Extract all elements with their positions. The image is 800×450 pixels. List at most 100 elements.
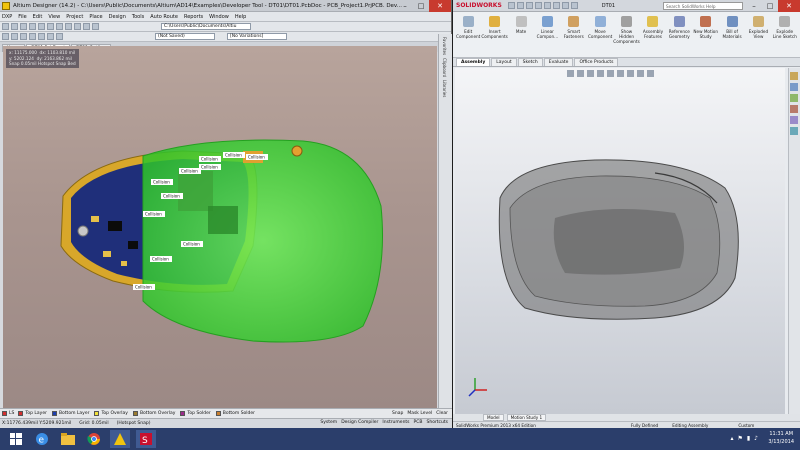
menu-item-file[interactable]: File <box>18 14 26 20</box>
fill-icon[interactable] <box>38 33 45 40</box>
menu-item-project[interactable]: Project <box>66 14 83 20</box>
clear-button[interactable]: Clear <box>436 411 448 416</box>
saved-combo[interactable]: (Not Saved) <box>155 33 215 40</box>
ribbon-insert-components-button[interactable]: Insert Components <box>481 16 508 39</box>
volume-icon[interactable]: ♪ <box>754 435 758 442</box>
redo-icon[interactable] <box>74 23 81 30</box>
network-icon[interactable]: ▮ <box>747 435 750 442</box>
maximize-button[interactable]: □ <box>413 0 429 12</box>
file-explorer-icon[interactable] <box>790 94 798 102</box>
ribbon-mate-button[interactable]: Mate <box>508 16 534 34</box>
menu-item-edit[interactable]: Edit <box>33 14 43 20</box>
previous-view-icon[interactable] <box>587 70 594 77</box>
section-view-icon[interactable] <box>597 70 604 77</box>
design-library-icon[interactable] <box>790 83 798 91</box>
zoom-area-icon[interactable] <box>577 70 584 77</box>
select-icon[interactable] <box>47 23 54 30</box>
ribbon-edit-component-button[interactable]: Edit Component <box>455 16 481 39</box>
via-icon[interactable] <box>92 23 99 30</box>
menu-item-design[interactable]: Design <box>109 14 126 20</box>
scene-icon[interactable] <box>647 70 654 77</box>
undo-icon[interactable] <box>65 23 72 30</box>
undo-icon[interactable] <box>543 2 551 9</box>
hide-show-icon[interactable] <box>627 70 634 77</box>
ribbon-reference-geometry-button[interactable]: Reference Geometry <box>666 16 692 39</box>
layer-tab-top-layer[interactable]: Top Layer <box>18 411 47 416</box>
snap-button[interactable]: Snap <box>392 411 403 416</box>
minimize-button[interactable]: – <box>397 0 413 12</box>
save-icon[interactable] <box>525 2 533 9</box>
chevron-up-icon[interactable]: ▴ <box>730 435 733 442</box>
menu-item-help[interactable]: Help <box>235 14 246 20</box>
ribbon-exploded-view-button[interactable]: Exploded View <box>745 16 771 39</box>
tab-layout[interactable]: Layout <box>491 58 517 66</box>
panel-button-design-compiler[interactable]: Design Compiler <box>341 420 378 425</box>
menu-item-tools[interactable]: Tools <box>132 14 144 20</box>
variations-combo[interactable]: [No Variations] <box>227 33 287 40</box>
layer-tab-top-overlay[interactable]: Top Overlay <box>94 411 128 416</box>
flag-icon[interactable]: ⚑ <box>737 435 742 442</box>
component-icon[interactable] <box>29 33 36 40</box>
menu-item-dxp[interactable]: DXP <box>2 14 12 20</box>
ribbon-move-component-button[interactable]: Move Component <box>587 16 613 39</box>
print-icon[interactable] <box>29 23 36 30</box>
current-layer-swatch[interactable] <box>2 411 7 416</box>
route-icon[interactable] <box>83 23 90 30</box>
ribbon-bill-of-materials-button[interactable]: Bill of Materials <box>719 16 745 39</box>
save-icon[interactable] <box>20 23 27 30</box>
rebuild-icon[interactable] <box>561 2 569 9</box>
panel-tab-libraries[interactable]: Libraries <box>442 80 447 97</box>
appearances-icon[interactable] <box>790 116 798 124</box>
solidworks-graphics-area[interactable] <box>455 68 785 414</box>
tab-model[interactable]: Model <box>483 414 504 421</box>
new-icon[interactable] <box>2 23 9 30</box>
resources-icon[interactable] <box>790 72 798 80</box>
panel-tab-favorites[interactable]: Favorites <box>442 37 447 55</box>
layer-tab-bottom-solder[interactable]: Bottom Solder <box>215 411 255 416</box>
menu-item-reports[interactable]: Reports <box>184 14 203 20</box>
view-palette-icon[interactable] <box>790 105 798 113</box>
minimize-button[interactable]: – <box>746 0 762 12</box>
path-combo[interactable]: C:\Users\Public\Documents\Altiu <box>161 23 251 30</box>
internet-explorer-icon[interactable]: e <box>32 430 52 448</box>
chrome-icon[interactable] <box>84 430 104 448</box>
clock[interactable]: 11:31 AM 3/13/2014 <box>768 430 794 446</box>
tab-evaluate[interactable]: Evaluate <box>543 58 574 66</box>
tab-sketch[interactable]: Sketch <box>517 58 543 66</box>
panel-tab-clipboard[interactable]: Clipboard <box>442 58 447 77</box>
ribbon-explode-line-sketch-button[interactable]: Explode Line Sketch <box>772 16 798 39</box>
close-button[interactable]: ✕ <box>778 0 800 12</box>
layer-tab-top-solder[interactable]: Top Solder <box>180 411 211 416</box>
layer-tab-bottom-layer[interactable]: Bottom Layer <box>51 411 89 416</box>
start-button[interactable] <box>6 430 26 448</box>
select-icon[interactable] <box>552 2 560 9</box>
close-button[interactable]: ✕ <box>429 0 451 12</box>
panel-button-system[interactable]: System <box>320 420 337 425</box>
status-units[interactable]: Custom <box>738 423 754 428</box>
ribbon-assembly-features-button[interactable]: Assembly Features <box>640 16 666 39</box>
panel-button-shortcuts[interactable]: Shortcuts <box>426 420 448 425</box>
ribbon-show-hidden-components-button[interactable]: Show Hidden Components <box>613 16 640 44</box>
open-icon[interactable] <box>11 23 18 30</box>
ribbon-new-motion-study-button[interactable]: New Motion Study <box>693 16 719 39</box>
menu-item-window[interactable]: Window <box>209 14 229 20</box>
options-icon[interactable] <box>570 2 578 9</box>
tab-motion-study[interactable]: Motion Study 1 <box>506 414 547 421</box>
zoom-to-fit-icon[interactable] <box>567 70 574 77</box>
file-explorer-icon[interactable] <box>58 430 78 448</box>
appearance-icon[interactable] <box>637 70 644 77</box>
help-search-input[interactable]: Search SolidWorks Help <box>663 2 743 10</box>
view-orientation-icon[interactable] <box>607 70 614 77</box>
menu-item-place[interactable]: Place <box>89 14 102 20</box>
keepout-icon[interactable] <box>56 33 63 40</box>
tab-assembly[interactable]: Assembly <box>456 58 491 66</box>
altium-taskbar-icon[interactable] <box>110 430 130 448</box>
panel-button-instruments[interactable]: Instruments <box>382 420 409 425</box>
display-style-icon[interactable] <box>617 70 624 77</box>
pcb-3d-viewport[interactable]: Collision Collision Collision Collision … <box>3 46 437 408</box>
maximize-button[interactable]: □ <box>762 0 778 12</box>
menu-item-view[interactable]: View <box>48 14 60 20</box>
open-icon[interactable] <box>516 2 524 9</box>
ribbon-smart-fasteners-button[interactable]: Smart Fasteners <box>561 16 587 39</box>
print-icon[interactable] <box>534 2 542 9</box>
